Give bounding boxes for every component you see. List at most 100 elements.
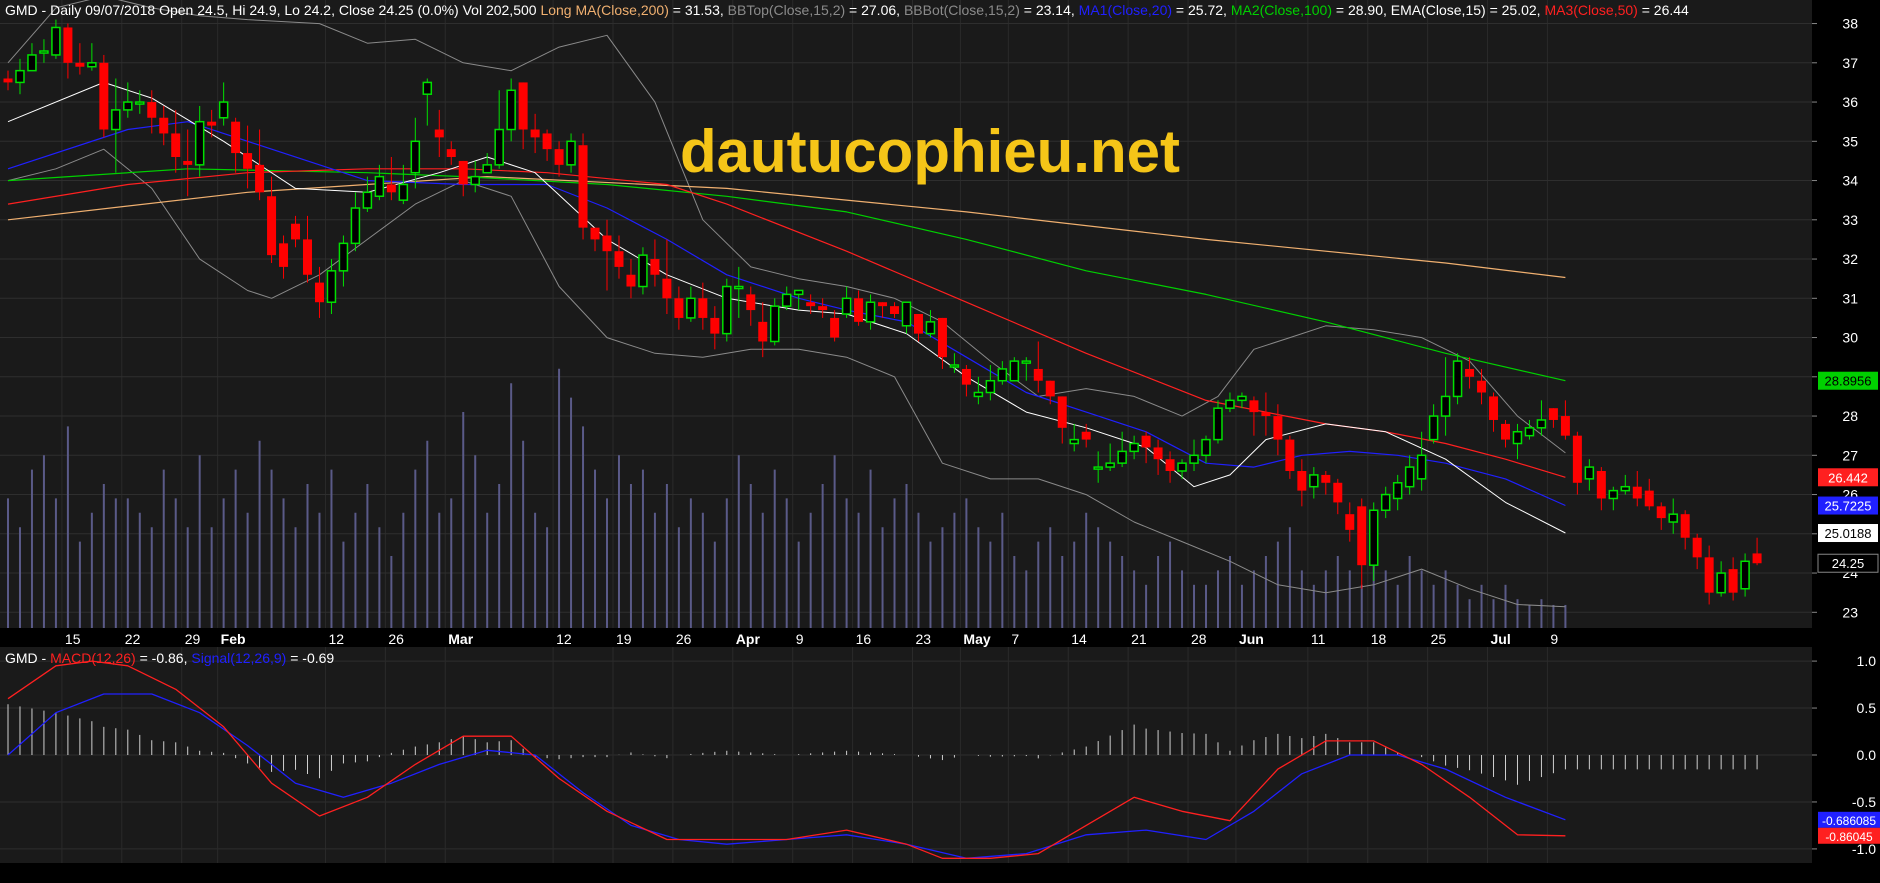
candle-body-up [338, 242, 349, 272]
candle-body-down [518, 82, 528, 130]
candle-body-up [1093, 466, 1103, 470]
candle-body-down [1656, 506, 1666, 519]
candle-body-down [1045, 380, 1055, 397]
candle-body-down [1333, 482, 1343, 503]
candle-body-down [267, 196, 277, 256]
header-long-ma-value: = 31.53, [669, 2, 728, 18]
candle-body-up [494, 128, 504, 166]
candle-body-up [1404, 466, 1415, 488]
y-tick-label: 27 [1842, 447, 1858, 463]
header-bbbot-label: BBBot(Close,15,2) [904, 2, 1020, 18]
candle-body-up [1608, 489, 1619, 500]
candle-body-down [1261, 412, 1271, 417]
x-tick-label: Jul [1491, 631, 1511, 647]
candle-body-down [1572, 435, 1582, 483]
candle-body-down [458, 160, 468, 185]
candle-body-up [722, 285, 732, 335]
macd-tag-label: -0.686085 [1822, 814, 1876, 828]
candle-body-down [830, 317, 840, 338]
candle-body-up [1380, 493, 1391, 511]
candle-body-down [183, 160, 193, 165]
candle-body-up [1584, 466, 1595, 480]
macd-header: GMD - MACD(12,26) = -0.86, Signal(12,26,… [5, 650, 334, 666]
candle-body-up [135, 101, 145, 105]
candle-body-down [650, 259, 660, 275]
candle-body-up [362, 191, 373, 209]
candle-body-down [1501, 423, 1510, 440]
candle-body-up [326, 270, 337, 303]
candle-body-down [171, 133, 181, 157]
candle-body-up [398, 183, 409, 201]
candle-body-up [1416, 454, 1427, 480]
candle-body-down [1632, 486, 1642, 499]
x-tick-label: 19 [616, 631, 632, 647]
macd-header-signal-label: Signal(12,26,9) [191, 650, 286, 666]
header-ma1-value: = 25.72, [1172, 2, 1231, 18]
candle-body-up [27, 54, 37, 72]
candle-body-up [997, 368, 1008, 382]
candle-body-down [75, 62, 85, 67]
x-tick-label: 9 [1550, 631, 1558, 647]
candle-body-up [1428, 415, 1439, 441]
candle-body-up [1440, 395, 1451, 417]
macd-header-symbol: GMD [5, 650, 38, 666]
candle-body-down [674, 298, 684, 318]
candle-body-up [1309, 474, 1319, 488]
macd-header-macd-label: MACD(12,26) [50, 650, 136, 666]
candle-body-up [1189, 454, 1199, 464]
candle-body-up [111, 109, 121, 131]
price-header: GMD - Daily 09/07/2018 Open 24.5, Hi 24.… [5, 2, 1689, 18]
candle-body-up [374, 175, 385, 197]
candle-body-up [194, 120, 205, 166]
candle-body-up [1392, 482, 1403, 500]
macd-header-signal-value: = -0.69 [286, 650, 334, 666]
price-tag-label: 25.0188 [1825, 526, 1872, 541]
y-tick-label: 34 [1842, 173, 1858, 189]
candle-body-up [1201, 438, 1211, 457]
candle-body-down [1644, 490, 1654, 507]
x-tick-label: 12 [556, 631, 572, 647]
chart-canvas: 23242526272829303132333435363738 28.8956… [0, 0, 1880, 863]
macd-header-macd-value: = -0.86, [136, 650, 192, 666]
candle-body-down [961, 368, 971, 385]
candle-body-up [781, 293, 792, 307]
header-ma3-value: = 26.44 [1638, 2, 1689, 18]
price-tag-label: 26.442 [1828, 470, 1868, 485]
candle-body-down [1548, 408, 1558, 420]
candle-body-up [51, 26, 61, 56]
candle-body-up [566, 140, 576, 166]
candle-body-down [890, 306, 900, 314]
candle-body-up [1069, 438, 1079, 445]
candle-body-down [554, 149, 564, 165]
date-axis [0, 628, 1812, 645]
header-ma3-label: MA3(Close,50) [1544, 2, 1637, 18]
candle-body-down [1249, 400, 1259, 413]
y-tick-label: 31 [1842, 290, 1858, 306]
candle-body-up [1452, 360, 1463, 398]
candle-body-up [985, 379, 996, 394]
candle-body-up [1716, 572, 1726, 594]
candle-body-down [1153, 447, 1163, 460]
x-tick-label: Apr [736, 631, 761, 647]
candle-body-up [15, 69, 25, 84]
candle-body-down [1057, 396, 1067, 428]
candle-body-up [1368, 509, 1379, 566]
candle-body-up [1668, 513, 1678, 523]
x-tick-label: Jun [1239, 631, 1264, 647]
header-ma1-label: MA1(Close,20) [1079, 2, 1172, 18]
candle-body-up [793, 289, 804, 296]
candle-body-up [470, 175, 480, 186]
header-bbtop-label: BBTop(Close,15,2) [728, 2, 846, 18]
x-tick-label: 28 [1191, 631, 1207, 647]
candle-body-down [1273, 416, 1283, 440]
candle-body-down [159, 117, 169, 134]
x-tick-label: May [963, 631, 990, 647]
candle-body-down [63, 27, 73, 63]
candle-body-down [1321, 474, 1331, 483]
header-bbtop-value: = 27.06, [845, 2, 904, 18]
candle-body-up [1177, 462, 1187, 472]
x-tick-label: 16 [856, 631, 872, 647]
header-ma2-value: = 28.90, [1332, 2, 1391, 18]
candle-body-down [1285, 439, 1295, 471]
candle-body-up [1740, 560, 1750, 590]
